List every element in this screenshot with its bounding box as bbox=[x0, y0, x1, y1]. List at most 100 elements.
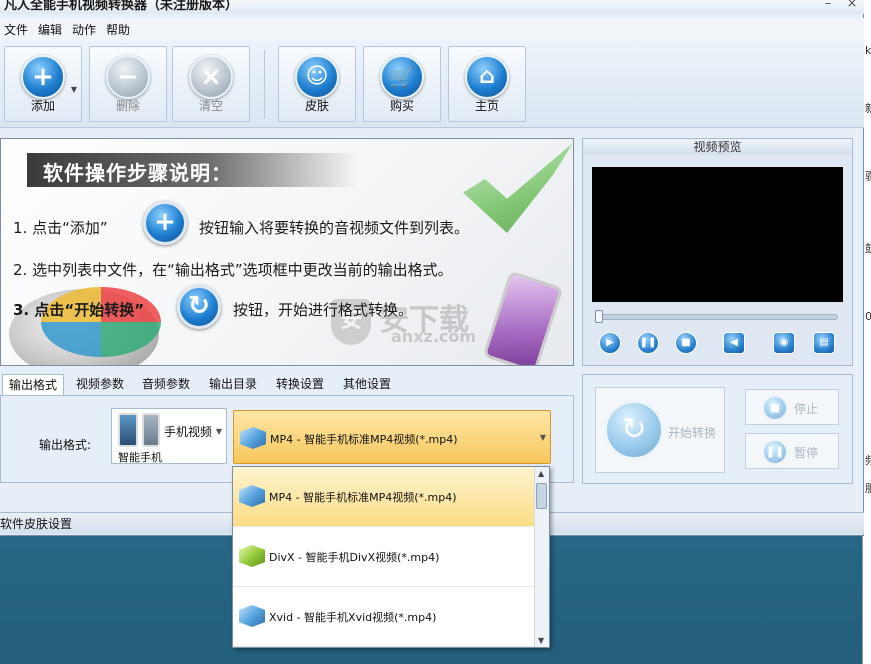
scroll-thumb[interactable] bbox=[536, 483, 547, 509]
step1-text-b: 按钮输入将要转换的音视频文件到列表。 bbox=[199, 219, 470, 237]
device-subname: 智能手机 bbox=[118, 451, 162, 464]
toolbar-separator bbox=[264, 50, 265, 118]
plus-icon: + bbox=[143, 201, 187, 245]
stop-label: 停止 bbox=[794, 402, 819, 416]
bg-text: 频 bbox=[865, 454, 871, 467]
add-label: 添加 bbox=[30, 99, 55, 113]
refresh-arrow-icon: ↻ bbox=[177, 285, 221, 329]
cart-icon: 🛒 bbox=[380, 55, 424, 99]
chevron-down-icon[interactable]: ▼ bbox=[216, 427, 222, 436]
scroll-down-icon[interactable]: ▼ bbox=[538, 636, 544, 645]
toolbar: + 添加 ▼ − 删除 × 清空 ☺ 皮肤 🛒 购买 ⌂ 主页 bbox=[0, 40, 864, 128]
format-select[interactable]: MP4 - 智能手机标准MP4视频(*.mp4) ▼ bbox=[233, 410, 551, 464]
list-item-label: DivX - 智能手机DivX视频(*.mp4) bbox=[269, 551, 440, 564]
bg-text: 新 bbox=[865, 102, 871, 115]
menu-help[interactable]: 帮助 bbox=[106, 21, 130, 38]
instructions-heading: 软件操作步骤说明： bbox=[43, 161, 232, 185]
stop-icon: ■ bbox=[762, 395, 788, 421]
house-icon: ⌂ bbox=[465, 55, 509, 99]
menu-edit[interactable]: 编辑 bbox=[38, 21, 62, 38]
refresh-arrow-icon: ↻ bbox=[604, 400, 664, 460]
green-cube-icon bbox=[239, 545, 265, 567]
home-label: 主页 bbox=[474, 99, 499, 113]
list-item[interactable]: MP4 - 智能手机标准MP4视频(*.mp4) bbox=[233, 467, 535, 527]
video-screen bbox=[592, 167, 843, 302]
skin-label: 皮肤 bbox=[304, 99, 329, 113]
stop-button[interactable]: ■ 停止 bbox=[745, 389, 839, 425]
seek-handle[interactable] bbox=[595, 310, 603, 323]
snapshot-icon[interactable]: ◉ bbox=[773, 332, 795, 354]
bg-text: 服 bbox=[865, 482, 871, 495]
skin-button[interactable]: ☺ 皮肤 bbox=[278, 46, 356, 122]
list-item[interactable]: Xvid - 智能手机Xvid视频(*.mp4) bbox=[233, 587, 535, 647]
settings-tabs: 输出格式 视频参数 音频参数 输出目录 转换设置 其他设置 bbox=[0, 374, 574, 396]
step2-text: 2. 选中列表中文件，在“输出格式”选项框中更改当前的输出格式。 bbox=[13, 261, 453, 279]
folder-icon[interactable]: ▤ bbox=[813, 332, 835, 354]
window-title: 凡人全能手机视频转换器（未注册版本） bbox=[4, 0, 239, 13]
x-icon: × bbox=[189, 55, 233, 99]
home-button[interactable]: ⌂ 主页 bbox=[448, 46, 526, 122]
selected-format: MP4 - 智能手机标准MP4视频(*.mp4) bbox=[270, 433, 458, 446]
buy-button[interactable]: 🛒 购买 bbox=[363, 46, 441, 122]
main-window: 凡人全能手机视频转换器（未注册版本） – × 文件 编辑 动作 帮助 + 添加 … bbox=[0, 0, 864, 536]
list-item-label: Xvid - 智能手机Xvid视频(*.mp4) bbox=[269, 611, 437, 624]
stop-icon[interactable]: ■ bbox=[675, 332, 697, 354]
play-icon[interactable]: ▶ bbox=[599, 332, 621, 354]
seek-bar[interactable] bbox=[596, 314, 838, 320]
minus-icon: − bbox=[106, 55, 150, 99]
bg-text: 鼓 bbox=[865, 242, 871, 255]
step1-text-a: 1. 点击“添加” bbox=[13, 219, 108, 237]
pause-button[interactable]: ❚❚ 暂停 bbox=[745, 433, 839, 469]
close-button[interactable]: × bbox=[842, 0, 862, 11]
title-bar[interactable]: 凡人全能手机视频转换器（未注册版本） – × bbox=[0, 0, 864, 14]
bg-text: 骤 bbox=[865, 170, 871, 183]
instructions-banner: 安 安下载 anxz.com 软件操作步骤说明： 1. 点击“添加” + 按钮输… bbox=[0, 138, 574, 366]
clear-label: 清空 bbox=[198, 99, 223, 113]
tab-other-settings[interactable]: 其他设置 bbox=[337, 374, 397, 396]
list-item-label: MP4 - 智能手机标准MP4视频(*.mp4) bbox=[269, 491, 457, 504]
add-button[interactable]: + 添加 ▼ bbox=[4, 46, 82, 122]
chevron-down-icon[interactable]: ▼ bbox=[540, 433, 546, 442]
blue-cube-icon bbox=[239, 605, 265, 627]
format-dropdown-list: MP4 - 智能手机标准MP4视频(*.mp4) DivX - 智能手机DivX… bbox=[232, 466, 550, 648]
scroll-up-icon[interactable]: ▲ bbox=[538, 469, 544, 478]
minimize-button[interactable]: – bbox=[818, 0, 838, 11]
phone-icon bbox=[118, 413, 138, 447]
disc-color-graphic bbox=[41, 287, 161, 357]
volume-icon[interactable]: ◀ bbox=[723, 332, 745, 354]
start-convert-label: 开始转换 bbox=[668, 426, 717, 440]
bg-text: k bbox=[865, 44, 871, 57]
tab-output-dir[interactable]: 输出目录 bbox=[203, 374, 263, 396]
clear-button[interactable]: × 清空 bbox=[172, 46, 250, 122]
step3-text-a: 3. 点击“开始转换” bbox=[13, 301, 145, 319]
blue-cube-icon bbox=[239, 485, 265, 507]
checkmark-graphic bbox=[463, 143, 573, 233]
delete-label: 删除 bbox=[115, 99, 140, 113]
plus-icon: + bbox=[21, 55, 65, 99]
step3-text-b: 按钮，开始进行格式转换。 bbox=[233, 301, 414, 319]
tab-audio-params[interactable]: 音频参数 bbox=[136, 374, 196, 396]
pause-icon: ❚❚ bbox=[762, 439, 788, 465]
start-convert-button[interactable]: ↻ 开始转换 bbox=[595, 387, 725, 473]
phone-icon bbox=[142, 413, 160, 447]
tab-output-format[interactable]: 输出格式 bbox=[2, 374, 65, 396]
menu-action[interactable]: 动作 bbox=[72, 21, 96, 38]
blue-cube-icon bbox=[240, 427, 266, 449]
pause-label: 暂停 bbox=[794, 446, 819, 460]
delete-button[interactable]: − 删除 bbox=[89, 46, 167, 122]
chevron-down-icon[interactable]: ▼ bbox=[71, 85, 77, 94]
smiley-icon: ☺ bbox=[295, 55, 339, 99]
tab-video-params[interactable]: 视频参数 bbox=[70, 374, 130, 396]
dropdown-scrollbar[interactable]: ▲ ▼ bbox=[534, 467, 549, 647]
convert-panel: ↻ 开始转换 ■ 停止 ❚❚ 暂停 bbox=[582, 374, 853, 484]
pause-icon[interactable]: ❚❚ bbox=[637, 332, 659, 354]
device-name: 手机视频 bbox=[164, 425, 213, 439]
menu-file[interactable]: 文件 bbox=[4, 21, 28, 38]
video-preview-panel: 视频预览 ▶ ❚❚ ■ ◀ ◉ ▤ bbox=[582, 138, 853, 366]
tab-convert-settings[interactable]: 转换设置 bbox=[270, 374, 330, 396]
status-text[interactable]: 软件皮肤设置 bbox=[0, 515, 72, 532]
output-format-label: 输出格式: bbox=[39, 438, 92, 452]
device-select[interactable]: 手机视频 智能手机 ▼ bbox=[111, 408, 227, 464]
list-item[interactable]: DivX - 智能手机DivX视频(*.mp4) bbox=[233, 527, 535, 587]
buy-label: 购买 bbox=[389, 99, 414, 113]
